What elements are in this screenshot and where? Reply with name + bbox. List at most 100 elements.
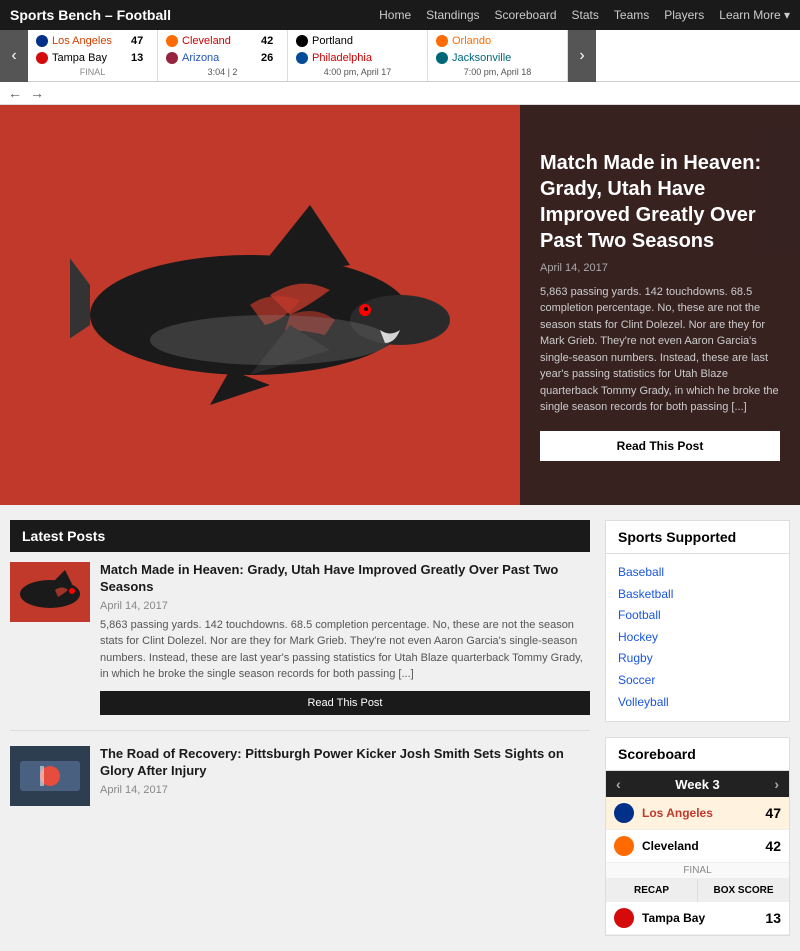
sports-supported-box: Sports Supported Baseball Basketball Foo… bbox=[605, 520, 790, 722]
prev-arrow[interactable]: ‹ bbox=[0, 30, 28, 82]
sb-final-status: FINAL bbox=[606, 863, 789, 879]
main-content: Latest Posts Match Made in Heaven: Grady… bbox=[0, 505, 800, 951]
score-team-la: Los Angeles bbox=[52, 35, 127, 47]
port-logo-bar bbox=[296, 35, 308, 47]
la-logo bbox=[36, 35, 48, 47]
sport-rugby[interactable]: Rugby bbox=[618, 648, 777, 670]
scoreboard-widget-header: Scoreboard bbox=[606, 738, 789, 771]
post-date-2: April 14, 2017 bbox=[100, 784, 590, 796]
sport-volleyball[interactable]: Volleyball bbox=[618, 692, 777, 714]
orl-logo-bar bbox=[436, 35, 448, 47]
post-thumb-2-img bbox=[10, 746, 90, 806]
week-label: Week 3 bbox=[675, 777, 720, 792]
sub-next[interactable]: → bbox=[30, 85, 44, 101]
sport-basketball[interactable]: Basketball bbox=[618, 584, 777, 606]
score-status-1: FINAL bbox=[36, 67, 149, 77]
sb-tb-name: Tampa Bay bbox=[642, 911, 765, 925]
hero-content-panel: Match Made in Heaven: Grady, Utah Have I… bbox=[520, 105, 800, 505]
nav-links: Home Standings Scoreboard Stats Teams Pl… bbox=[379, 8, 790, 22]
score-team-port: Portland bbox=[312, 35, 392, 47]
sport-hockey[interactable]: Hockey bbox=[618, 627, 777, 649]
score-ariz: 26 bbox=[261, 52, 273, 64]
hero-read-btn[interactable]: Read This Post bbox=[540, 431, 780, 461]
week-nav: ‹ Week 3 › bbox=[606, 771, 789, 797]
nav-standings[interactable]: Standings bbox=[426, 8, 479, 22]
post-item-2: The Road of Recovery: Pittsburgh Power K… bbox=[10, 746, 590, 806]
post-thumb-shark bbox=[10, 562, 90, 622]
top-nav: Sports Bench – Football Home Standings S… bbox=[0, 0, 800, 30]
phil-logo-bar bbox=[296, 52, 308, 64]
nav-players[interactable]: Players bbox=[664, 8, 704, 22]
sb-tb-logo bbox=[614, 908, 634, 928]
clev-logo-bar bbox=[166, 35, 178, 47]
hero: Match Made in Heaven: Grady, Utah Have I… bbox=[0, 105, 800, 505]
post-excerpt-1: 5,863 passing yards. 142 touchdowns. 68.… bbox=[100, 617, 590, 683]
sport-soccer[interactable]: Soccer bbox=[618, 670, 777, 692]
score-team-jax: Jacksonville bbox=[452, 52, 532, 64]
sb-team-row-2: Cleveland 42 bbox=[606, 830, 789, 863]
hero-title: Match Made in Heaven: Grady, Utah Have I… bbox=[540, 150, 780, 254]
post-thumb-2 bbox=[10, 746, 90, 806]
left-column: Latest Posts Match Made in Heaven: Grady… bbox=[10, 520, 590, 936]
sb-la-score: 47 bbox=[765, 805, 781, 821]
score-la: 47 bbox=[131, 35, 143, 47]
score-team-orl: Orlando bbox=[452, 35, 532, 47]
sb-la-name: Los Angeles bbox=[642, 806, 765, 820]
post-content-1: Match Made in Heaven: Grady, Utah Have I… bbox=[100, 562, 590, 715]
sub-prev[interactable]: ← bbox=[8, 85, 22, 101]
sport-baseball[interactable]: Baseball bbox=[618, 562, 777, 584]
score-section-4: Orlando Jacksonville 7:00 pm, April 18 bbox=[428, 30, 568, 81]
score-clev: 42 bbox=[261, 35, 273, 47]
sports-supported-header: Sports Supported bbox=[606, 521, 789, 554]
post-item-1: Match Made in Heaven: Grady, Utah Have I… bbox=[10, 562, 590, 731]
nav-scoreboard[interactable]: Scoreboard bbox=[495, 8, 557, 22]
score-team-ariz: Arizona bbox=[182, 52, 257, 64]
score-section-3: Portland Philadelphia 4:00 pm, April 17 bbox=[288, 30, 428, 81]
nav-home[interactable]: Home bbox=[379, 8, 411, 22]
score-team-phil: Philadelphia bbox=[312, 52, 392, 64]
sb-clev-logo bbox=[614, 836, 634, 856]
post-title-2: The Road of Recovery: Pittsburgh Power K… bbox=[100, 746, 590, 780]
sb-clev-score: 42 bbox=[765, 838, 781, 854]
nav-learn-more[interactable]: Learn More ▾ bbox=[719, 8, 790, 22]
sports-list: Baseball Basketball Football Hockey Rugb… bbox=[606, 554, 789, 721]
sub-nav: ← → bbox=[0, 82, 800, 105]
sb-team-row-1: Los Angeles 47 bbox=[606, 797, 789, 830]
score-section-2: Cleveland 42 Arizona 26 3:04 | 2 bbox=[158, 30, 288, 81]
post-thumb-1 bbox=[10, 562, 90, 622]
ariz-logo-bar bbox=[166, 52, 178, 64]
score-bar: ‹ Los Angeles 47 Tampa Bay 13 FINAL Clev… bbox=[0, 30, 800, 82]
week-prev-arrow[interactable]: ‹ bbox=[616, 776, 621, 792]
score-team-tb: Tampa Bay bbox=[52, 52, 127, 64]
sport-football[interactable]: Football bbox=[618, 605, 777, 627]
hero-image bbox=[0, 105, 520, 505]
hero-excerpt: 5,863 passing yards. 142 touchdowns. 68.… bbox=[540, 284, 780, 416]
score-status-3: 4:00 pm, April 17 bbox=[296, 67, 419, 77]
score-status-2: 3:04 | 2 bbox=[166, 67, 279, 77]
nav-stats[interactable]: Stats bbox=[572, 8, 599, 22]
hero-shark-image bbox=[70, 175, 450, 435]
nav-logo: Sports Bench – Football bbox=[10, 7, 171, 23]
score-tb: 13 bbox=[131, 52, 143, 64]
score-team-clev: Cleveland bbox=[182, 35, 257, 47]
nav-teams[interactable]: Teams bbox=[614, 8, 649, 22]
scoreboard-widget: Scoreboard ‹ Week 3 › Los Angeles 47 Cle… bbox=[605, 737, 790, 936]
score-status-4: 7:00 pm, April 18 bbox=[436, 67, 559, 77]
sb-recap-btn[interactable]: RECAP bbox=[606, 879, 698, 902]
sb-actions: RECAP BOX SCORE bbox=[606, 879, 789, 902]
jax-logo-bar bbox=[436, 52, 448, 64]
latest-posts-header: Latest Posts bbox=[10, 520, 590, 552]
post-read-btn-1[interactable]: Read This Post bbox=[100, 691, 590, 715]
sb-next-row: Tampa Bay 13 bbox=[606, 902, 789, 935]
sb-clev-name: Cleveland bbox=[642, 839, 765, 853]
next-arrow[interactable]: › bbox=[568, 30, 596, 82]
post-title-1: Match Made in Heaven: Grady, Utah Have I… bbox=[100, 562, 590, 596]
tb-logo-bar bbox=[36, 52, 48, 64]
week-next-arrow[interactable]: › bbox=[774, 776, 779, 792]
sb-boxscore-btn[interactable]: BOX SCORE bbox=[698, 879, 789, 902]
sb-tb-score: 13 bbox=[765, 910, 781, 926]
hero-date: April 14, 2017 bbox=[540, 262, 780, 274]
post-date-1: April 14, 2017 bbox=[100, 600, 590, 612]
score-section-1: Los Angeles 47 Tampa Bay 13 FINAL bbox=[28, 30, 158, 81]
post-content-2: The Road of Recovery: Pittsburgh Power K… bbox=[100, 746, 590, 806]
